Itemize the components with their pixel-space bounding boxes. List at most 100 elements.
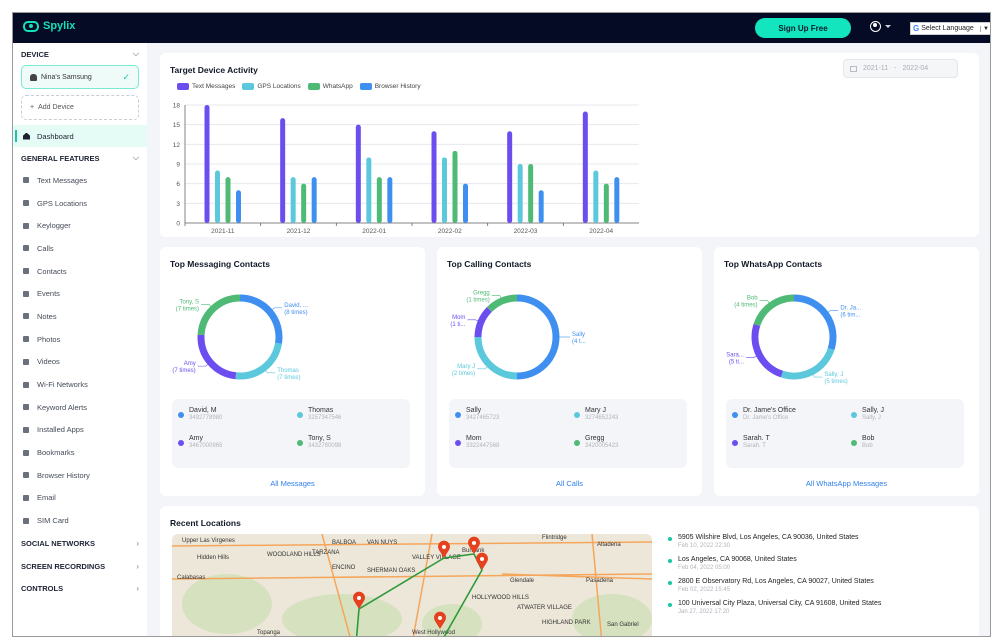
contact-color-dot — [732, 412, 738, 418]
map-canvas: Upper Las Virgenes Hidden Hills Calabasas W… — [172, 534, 652, 636]
device-section-header[interactable]: DEVICE ⌵ — [13, 43, 147, 65]
sidebar-item-sim-card[interactable]: SIM Card — [13, 509, 147, 532]
contact-name: Dr. Jame's Office — [743, 407, 796, 414]
contact-text: Thomas 3257347546 — [308, 407, 341, 421]
sidebar-item-keylogger[interactable]: Keylogger — [13, 214, 147, 237]
map-label: West Hollywood — [412, 630, 455, 636]
top-bar: Spylix Sign Up Free G Select Language ▼ — [13, 13, 990, 43]
general-features-header[interactable]: GENERAL FEATURES ⌵ — [13, 147, 147, 169]
app-window: Spylix Sign Up Free G Select Language ▼ … — [12, 12, 991, 637]
sidebar-section-screen-recordings[interactable]: SCREEN RECORDINGS › — [13, 555, 147, 578]
legend-item[interactable]: Browser History — [359, 83, 421, 90]
location-item[interactable]: 2800 E Observatory Rd, Los Angeles, CA 9… — [668, 578, 881, 593]
map-label: Upper Las Virgenes — [182, 538, 235, 544]
donut-slice — [753, 294, 795, 327]
selected-device[interactable]: Nina's Samsung ✓ — [21, 65, 139, 89]
slice-label: Amy — [184, 361, 196, 367]
legend-item[interactable]: WhatsApp — [307, 83, 353, 90]
legend-label: Text Messages — [192, 83, 236, 90]
add-device-button[interactable]: + Add Device — [21, 95, 139, 120]
sidebar-item-videos[interactable]: Videos — [13, 351, 147, 374]
x-tick-label: 2022-02 — [438, 228, 462, 235]
contact-list-item[interactable]: Tony, S 3432780098 — [297, 435, 341, 449]
sidebar-item-email[interactable]: Email — [13, 487, 147, 510]
contact-list-item[interactable]: Sally 3427465723 — [455, 407, 499, 421]
add-device-label: Add Device — [38, 104, 74, 111]
legend-item[interactable]: Text Messages — [177, 83, 235, 90]
location-item[interactable]: 100 Universal City Plaza, Universal City… — [668, 600, 881, 615]
sidebar-item-dashboard[interactable]: Dashboard — [13, 125, 147, 147]
contact-list-item[interactable]: Sarah. T Sarah. T — [732, 435, 770, 449]
y-tick-label: 15 — [173, 122, 181, 129]
location-time: Feb 10, 2022 22:30 — [678, 543, 731, 549]
logo-icon — [23, 20, 39, 32]
contact-list-item[interactable]: Bob Bob — [851, 435, 874, 449]
sidebar-item-label: Text Messages — [37, 175, 88, 185]
locations-map[interactable]: Upper Las Virgenes Hidden Hills Calabasas W… — [172, 534, 652, 636]
chevron-down-icon: ⌵ — [132, 49, 139, 58]
contact-list-item[interactable]: David, M 3492778980 — [178, 407, 222, 421]
sidebar-item-contacts[interactable]: Contacts — [13, 260, 147, 283]
contact-color-dot — [178, 412, 184, 418]
sidebar-section-social-networks[interactable]: SOCIAL NETWORKS › — [13, 532, 147, 555]
sidebar-item-notes[interactable]: Notes — [13, 305, 147, 328]
legend-swatch — [177, 83, 189, 90]
check-icon: ✓ — [122, 71, 130, 82]
map-label: Hidden Hills — [197, 555, 229, 561]
contact-list-item[interactable]: Amy 3467000965 — [178, 435, 222, 449]
sidebar-item-keyword-alerts[interactable]: Keyword Alerts — [13, 396, 147, 419]
donut-slice — [751, 323, 784, 378]
contact-text: David, M 3492778980 — [189, 407, 222, 421]
sign-up-button[interactable]: Sign Up Free — [755, 18, 851, 38]
sidebar-item-calls[interactable]: Calls — [13, 237, 147, 260]
bookmark-icon — [23, 449, 29, 456]
sidebar-item-wi-fi-networks[interactable]: Wi-Fi Networks — [13, 373, 147, 396]
sidebar-item-photos[interactable]: Photos — [13, 328, 147, 351]
sidebar-item-browser-history[interactable]: Browser History — [13, 464, 147, 487]
user-icon — [870, 21, 881, 32]
contact-detail: Sarah. T — [743, 443, 766, 449]
contact-list-item[interactable]: Mom 3322447568 — [455, 435, 499, 449]
sidebar-item-installed-apps[interactable]: Installed Apps — [13, 419, 147, 442]
plus-icon: + — [30, 104, 35, 111]
contact-list-item[interactable]: Gregg 3420005423 — [574, 435, 618, 449]
brand-logo[interactable]: Spylix — [23, 20, 75, 32]
view-all-link[interactable]: All Messages — [160, 479, 425, 488]
user-menu[interactable] — [870, 21, 891, 32]
sidebar-item-label: Photos — [37, 334, 61, 344]
caret-down-icon — [885, 25, 891, 28]
y-tick-label: 6 — [176, 181, 180, 188]
location-address: 5905 Wilshire Blvd, Los Angeles, CA 9003… — [678, 534, 859, 541]
contact-name: David, M — [189, 407, 217, 414]
contact-list-item[interactable]: Mary J 3274652243 — [574, 407, 618, 421]
slice-count: (5 times) — [824, 379, 847, 385]
calendar-icon — [850, 65, 857, 72]
slice-count: (7 times) — [277, 375, 300, 381]
y-tick-label: 3 — [176, 201, 180, 208]
label-leader — [467, 319, 479, 322]
contact-list-item[interactable]: Thomas 3257347546 — [297, 407, 341, 421]
contact-list-item[interactable]: Sally, J Sally, J — [851, 407, 884, 421]
sidebar-item-bookmarks[interactable]: Bookmarks — [13, 441, 147, 464]
photo-icon — [23, 336, 29, 343]
x-tick-label: 2022-01 — [362, 228, 386, 235]
contact-detail: Bob — [862, 443, 873, 449]
slice-label: David, ... — [284, 303, 308, 309]
contacts-list: Sally 3427465723 Mary J 3274652243 Mom 332244… — [449, 399, 687, 468]
location-item[interactable]: 5905 Wilshire Blvd, Los Angeles, CA 9003… — [668, 534, 881, 549]
location-item[interactable]: Los Angeles, CA 90068, United States Feb … — [668, 556, 881, 571]
language-select[interactable]: G Select Language ▼ — [910, 22, 990, 35]
view-all-link[interactable]: All WhatsApp Messages — [714, 479, 979, 488]
view-all-link[interactable]: All Calls — [437, 479, 702, 488]
sidebar-item-gps-locations[interactable]: GPS Locations — [13, 192, 147, 215]
contact-detail: 3257347546 — [308, 415, 342, 421]
activity-bar-chart: 0 3 6 9 12 15 18 2021-11 2021-12 2022-01 2022-02 20… — [173, 103, 639, 235]
contact-list-item[interactable]: Dr. Jame's Office Dr. Jame's Office — [732, 407, 796, 421]
slice-label: Sally — [572, 332, 585, 338]
date-range-picker[interactable]: 2021-11 - 2022-04 — [843, 59, 958, 78]
slice-label: Mary J — [457, 364, 475, 370]
sidebar-section-controls[interactable]: CONTROLS › — [13, 577, 147, 600]
legend-item[interactable]: GPS Locations — [242, 83, 301, 90]
sidebar-item-events[interactable]: Events — [13, 282, 147, 305]
sidebar-item-text-messages[interactable]: Text Messages — [13, 169, 147, 192]
